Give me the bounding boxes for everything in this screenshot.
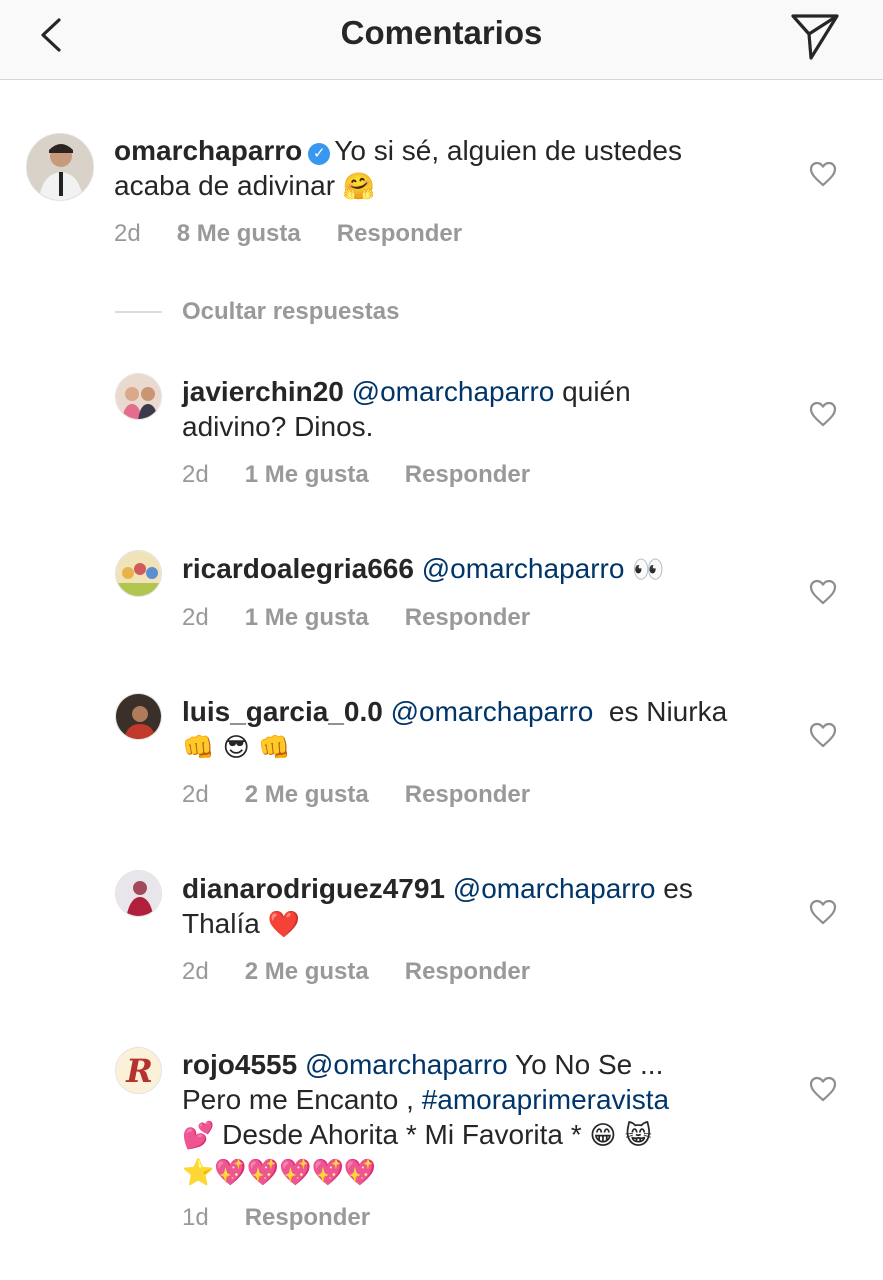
emoji-line: 👊 😎 👊 xyxy=(182,733,291,763)
mention-link[interactable]: @omarchaparro xyxy=(422,553,625,584)
reply-body: Yo No Se ... xyxy=(507,1049,664,1080)
header-bar: Comentarios xyxy=(0,0,883,80)
avatar[interactable] xyxy=(115,373,162,420)
red-heart-emoji: ❤️ xyxy=(267,910,300,940)
reply-button[interactable]: Responder xyxy=(405,781,530,808)
reply-meta: 1d Responder xyxy=(182,1204,406,1232)
comment-body-line1: Yo si sé, alguien de ustedes xyxy=(334,135,682,166)
avatar[interactable] xyxy=(115,870,162,917)
reply-meta: 2d 2 Me gusta Responder xyxy=(182,958,566,986)
comment-username[interactable]: omarchaparro xyxy=(114,135,302,166)
reply-time: 1d xyxy=(182,1204,209,1231)
hashtag-link[interactable]: #amoraprimeravista xyxy=(422,1084,669,1115)
reply-body: es Niurka xyxy=(593,696,728,727)
reply-button[interactable]: Responder xyxy=(405,604,530,631)
avatar[interactable] xyxy=(115,550,162,597)
reply-button[interactable]: Responder xyxy=(405,958,530,985)
reply-body-line2: adivino? Dinos. xyxy=(182,411,374,442)
svg-text:R: R xyxy=(125,1052,153,1090)
likes-count[interactable]: 1 Me gusta xyxy=(245,604,369,631)
page-title: Comentarios xyxy=(340,14,543,51)
mention-link[interactable]: @omarchaparro xyxy=(352,376,555,407)
mention-link[interactable]: @omarchaparro xyxy=(391,696,594,727)
likes-count[interactable]: 8 Me gusta xyxy=(177,220,301,247)
party-photo-avatar-icon xyxy=(116,551,161,596)
r-logo-avatar-icon: R xyxy=(116,1048,161,1093)
reply-button[interactable]: Responder xyxy=(405,461,530,488)
reply-meta: 2d 1 Me gusta Responder xyxy=(182,461,566,489)
reply-meta: 2d 1 Me gusta Responder xyxy=(182,604,566,632)
heart-icon[interactable] xyxy=(809,579,837,605)
heart-icon[interactable] xyxy=(809,722,837,748)
reply-text: dianarodriguez4791 @omarchaparro es Thal… xyxy=(182,871,802,943)
likes-count[interactable]: 2 Me gusta xyxy=(245,958,369,985)
reply-time: 2d xyxy=(182,604,209,631)
reply-username[interactable]: luis_garcia_0.0 xyxy=(182,696,383,727)
reply-time: 2d xyxy=(182,958,209,985)
likes-count[interactable]: 2 Me gusta xyxy=(245,781,369,808)
reply-username[interactable]: ricardoalegria666 xyxy=(182,553,414,584)
reply-button[interactable]: Responder xyxy=(337,220,462,247)
avatar[interactable] xyxy=(115,693,162,740)
hug-emoji: 🤗 xyxy=(342,172,376,202)
comment-time: 2d xyxy=(114,220,141,247)
verified-badge-icon: ✓ xyxy=(308,143,331,165)
heart-icon[interactable] xyxy=(809,161,837,187)
reply-body: quién xyxy=(554,376,631,407)
mention-link[interactable]: @omarchaparro xyxy=(453,873,656,904)
mention-link[interactable]: @omarchaparro xyxy=(305,1049,508,1080)
reply-body-line2: Pero me Encanto , xyxy=(182,1084,422,1115)
grin-cat-emoji: 😁 😸 xyxy=(589,1121,652,1151)
likes-count[interactable]: 1 Me gusta xyxy=(245,461,369,488)
reply-body-line3: Desde Ahorita * Mi Favorita * xyxy=(214,1119,590,1150)
avatar[interactable] xyxy=(26,133,94,201)
comment-meta: 2d 8 Me gusta Responder xyxy=(114,220,498,248)
reply-time: 2d xyxy=(182,781,209,808)
person-avatar-icon xyxy=(116,871,161,916)
reply-time: 2d xyxy=(182,461,209,488)
divider xyxy=(115,311,162,313)
person-avatar-icon xyxy=(27,134,93,200)
avatar[interactable]: R xyxy=(115,1047,162,1094)
reply-meta: 2d 2 Me gusta Responder xyxy=(182,781,566,809)
group-photo-avatar-icon xyxy=(116,374,161,419)
reply-text: luis_garcia_0.0 @omarchaparro es Niurka … xyxy=(182,694,802,766)
comment-text: omarchaparro ✓ Yo si sé, alguien de ustede… xyxy=(114,133,794,205)
reply-username[interactable]: dianarodriguez4791 xyxy=(182,873,445,904)
reply-body-line2: Thalía xyxy=(182,908,260,939)
paper-plane-icon[interactable] xyxy=(787,8,843,64)
reply-button[interactable]: Responder xyxy=(245,1204,370,1231)
reply-body: es xyxy=(655,873,693,904)
heart-icon[interactable] xyxy=(809,401,837,427)
reply-text: rojo4555 @omarchaparro Yo No Se ... Pero… xyxy=(182,1047,802,1191)
hide-replies-button[interactable]: Ocultar respuestas xyxy=(182,298,399,326)
star-hearts-emoji: ⭐💖💖💖💖💖 xyxy=(182,1158,377,1188)
heart-icon[interactable] xyxy=(809,899,837,925)
reply-username[interactable]: rojo4555 xyxy=(182,1049,297,1080)
reply-text: javierchin20 @omarchaparro quién adivino… xyxy=(182,374,802,444)
reply-text: ricardoalegria666 @omarchaparro 👀 xyxy=(182,551,802,588)
heart-icon[interactable] xyxy=(809,1076,837,1102)
reply-username[interactable]: javierchin20 xyxy=(182,376,344,407)
comment-body-line2: acaba de adivinar xyxy=(114,170,336,201)
eyes-emoji: 👀 xyxy=(632,555,665,585)
two-hearts-emoji: 💕 xyxy=(182,1121,215,1151)
person-avatar-icon xyxy=(116,694,161,739)
